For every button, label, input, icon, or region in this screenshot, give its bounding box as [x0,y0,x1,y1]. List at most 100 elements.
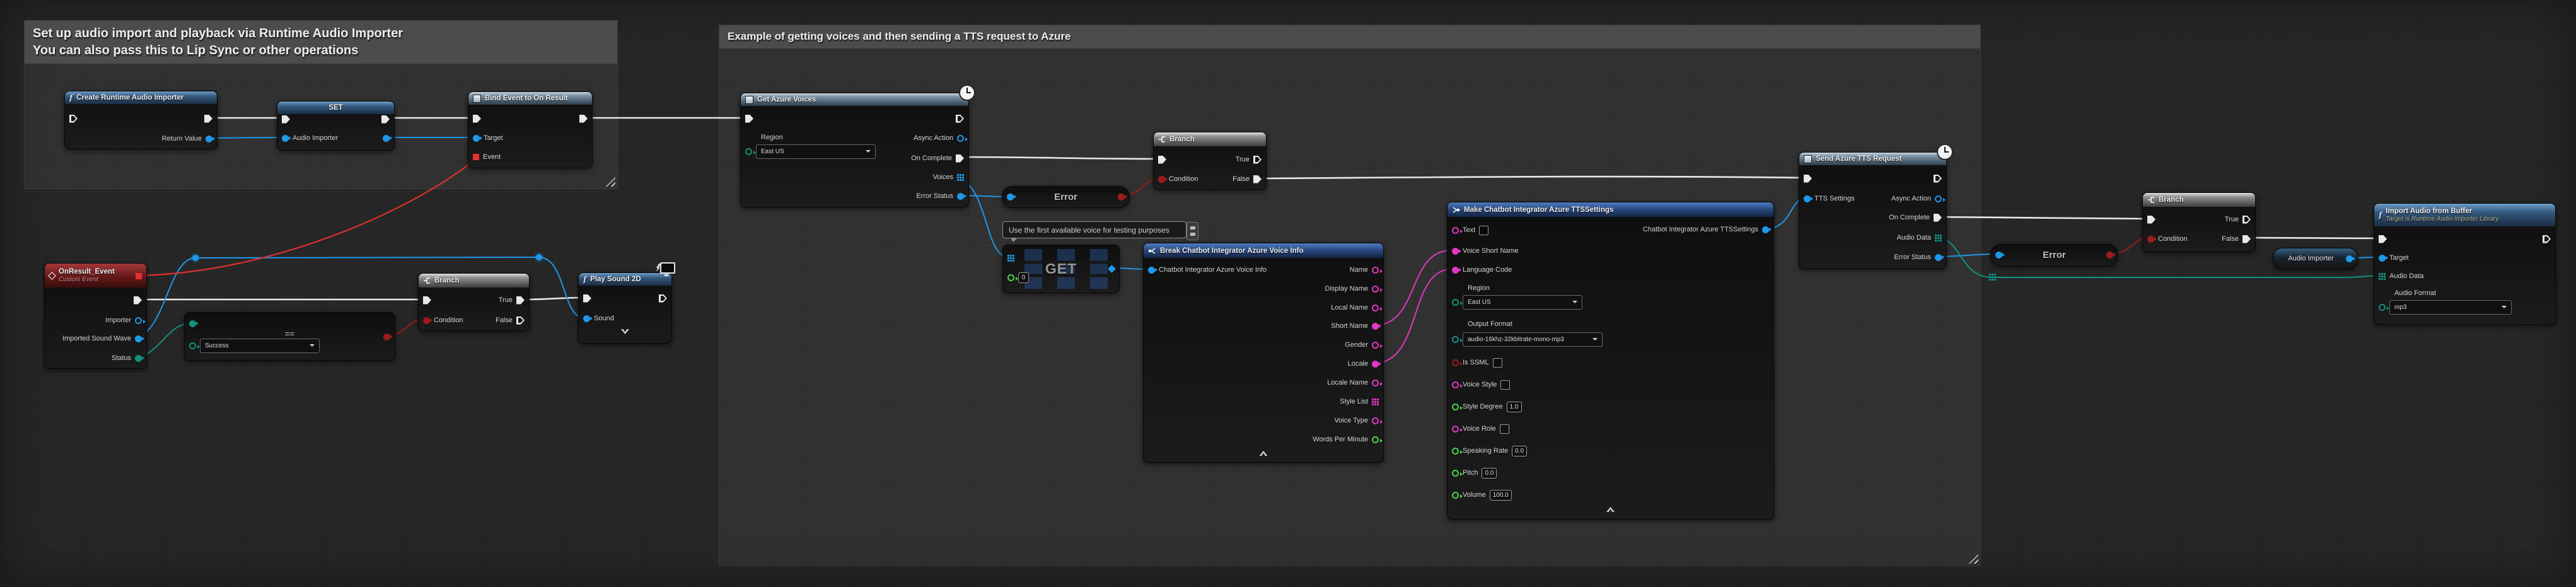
node-set-audio-importer[interactable]: SET Audio Importer [277,101,395,151]
index-pin[interactable] [1007,274,1014,281]
node-equals-enum[interactable]: == Success [184,312,395,361]
variable-out-pin[interactable] [2346,255,2353,262]
display-name-pin[interactable] [1372,286,1379,293]
async-action-pin[interactable] [1935,195,1942,202]
sound-pin[interactable] [583,315,590,322]
true-pin[interactable] [516,296,525,305]
volume-pin[interactable] [1452,492,1459,499]
voice-role-pin[interactable] [1452,426,1459,433]
local-name-pin[interactable] [1372,305,1379,311]
equals-input-b-pin[interactable] [189,342,196,349]
node-make-azure-ttssettings[interactable]: Make Chatbot Integrator Azure TTSSetting… [1447,202,1774,520]
node-branch-playback[interactable]: Branch True Condition False [418,273,530,331]
false-pin[interactable] [2242,235,2251,243]
expand-pins-chevron[interactable] [621,329,629,334]
output-format-dropdown[interactable]: audio-16khz-32kbitrate-mono-mp3 [1463,332,1603,347]
exec-out-pin[interactable] [381,115,390,124]
async-action-pin[interactable] [957,135,964,142]
locale-pin[interactable] [1372,361,1379,368]
node-branch-voices[interactable]: Branch True Condition False [1153,132,1267,190]
target-pin[interactable] [473,135,480,142]
error-status-pin[interactable] [1935,254,1942,261]
text-input-box[interactable] [1479,226,1488,235]
exec-out-pin[interactable] [956,115,964,123]
exec-out-pin[interactable] [1934,175,1942,183]
index-value[interactable]: 0 [1018,272,1029,283]
importer-pin[interactable] [135,317,142,324]
imported-sound-wave-pin[interactable] [135,335,142,342]
true-pin[interactable] [1253,156,1262,164]
pitch-value[interactable]: 0.0 [1482,468,1497,479]
node-get-audio-importer-variable[interactable]: Audio Importer [2273,248,2358,269]
error-in-pin[interactable] [1007,194,1014,201]
style-degree-value[interactable]: 1.0 [1507,402,1522,412]
tts-settings-pin[interactable] [1804,195,1811,202]
equals-input-a-pin[interactable] [189,320,196,327]
name-pin[interactable] [1372,267,1379,274]
element-out-pin[interactable] [1108,265,1116,273]
output-format-pin[interactable] [1452,336,1459,343]
audio-format-pin[interactable] [2379,304,2386,311]
voice-short-name-pin[interactable] [1452,248,1459,255]
region-dropdown[interactable]: East US [1463,295,1582,310]
exec-in-pin[interactable] [423,296,431,305]
array-in-pin[interactable] [1007,255,1014,262]
ttssettings-out-pin[interactable] [1762,226,1769,233]
speaking-rate-value[interactable]: 0.0 [1512,446,1527,456]
collapse-pins-chevron[interactable] [1606,507,1615,512]
on-complete-pin[interactable] [1934,214,1942,222]
error-in-pin[interactable] [1995,252,2002,259]
exec-in-pin[interactable] [1804,175,1812,183]
target-pin[interactable] [2379,255,2386,262]
voice-style-input-box[interactable] [1500,380,1510,390]
false-pin[interactable] [516,317,525,325]
volume-value[interactable]: 100.0 [1490,490,1512,501]
exec-in-pin[interactable] [745,115,753,123]
exec-out-pin[interactable] [134,296,142,305]
event-delegate-pin[interactable] [473,154,479,160]
pin-bubble-icon[interactable] [1186,222,1198,240]
region-dropdown[interactable]: East US [756,144,876,159]
is-ssml-checkbox[interactable] [1493,358,1502,368]
text-pin[interactable] [1452,227,1459,234]
locale-name-pin[interactable] [1372,380,1379,386]
blueprint-graph-canvas[interactable]: { "comment1": { "line1": "Set up audio i… [0,0,2576,587]
audio-importer-in-pin[interactable] [282,135,289,142]
exec-out-pin[interactable] [204,115,212,123]
voice-info-in-pin[interactable] [1148,267,1155,274]
audio-data-array-pin[interactable] [2379,273,2386,280]
node-get-azure-voices[interactable]: Get Azure Voices Region Async Action Eas… [740,93,969,207]
on-complete-pin[interactable] [956,154,964,163]
exec-out-pin[interactable] [659,294,667,303]
audio-format-dropdown[interactable]: mp3 [2389,300,2512,315]
true-pin[interactable] [2242,216,2251,224]
style-degree-pin[interactable] [1452,404,1459,410]
reroute-node[interactable] [192,255,199,261]
node-create-runtime-audio-importer[interactable]: f Create Runtime Audio Importer Return V… [64,91,218,149]
is-ssml-pin[interactable] [1452,359,1459,366]
exec-in-pin[interactable] [473,115,481,123]
exec-in-pin[interactable] [2147,216,2155,224]
enum-dropdown[interactable]: Success [200,339,320,353]
exec-in-pin[interactable] [583,294,591,303]
audio-data-array-pin[interactable] [1935,235,1942,241]
reroute-node[interactable] [536,254,542,260]
exec-out-pin[interactable] [2543,235,2551,243]
node-branch-tts-result[interactable]: Branch True Condition False [2142,192,2256,252]
speaking-rate-pin[interactable] [1452,448,1459,455]
condition-pin[interactable] [423,317,430,324]
gender-pin[interactable] [1372,342,1379,349]
condition-pin[interactable] [1158,176,1165,183]
exec-in-pin[interactable] [1158,156,1166,164]
equals-result-pin[interactable] [383,334,390,340]
node-import-audio-from-buffer[interactable]: f Import Audio from Buffer Target is Run… [2374,203,2556,325]
condition-pin[interactable] [2147,236,2154,243]
delegate-out-pin[interactable] [136,273,142,279]
node-break-azure-voice-info[interactable]: Break Chatbot Integrator Azure Voice Inf… [1143,243,1384,463]
error-status-pin[interactable] [957,193,964,200]
language-code-pin[interactable] [1452,267,1459,274]
voice-style-pin[interactable] [1452,381,1459,388]
return-value-pin[interactable] [206,136,212,142]
exec-in-pin[interactable] [69,115,78,123]
exec-in-pin[interactable] [282,115,290,124]
